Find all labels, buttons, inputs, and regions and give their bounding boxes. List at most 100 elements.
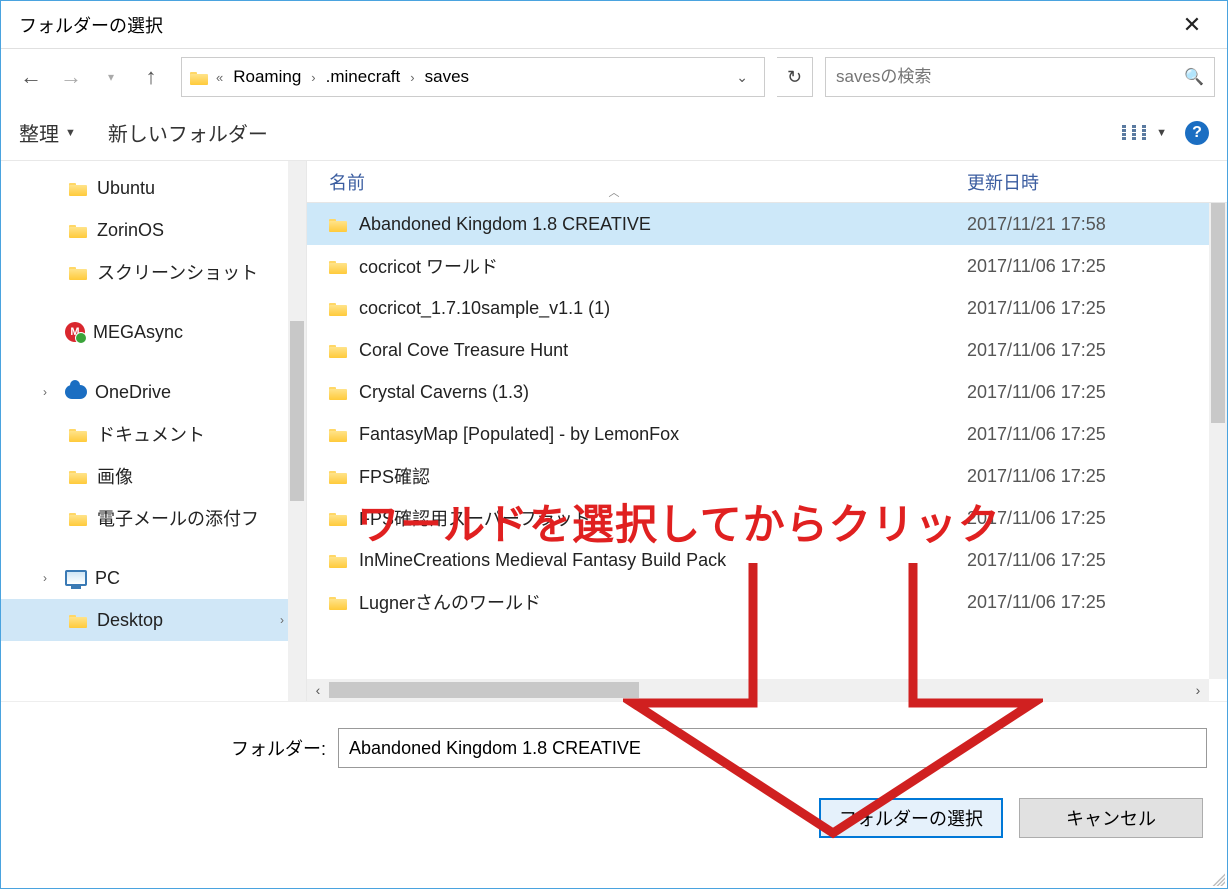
file-date: 2017/11/06 17:25: [967, 508, 1227, 529]
folder-icon: [329, 595, 347, 610]
refresh-button[interactable]: ↻: [777, 57, 813, 97]
new-folder-button[interactable]: 新しいフォルダー: [108, 118, 268, 147]
resize-grip[interactable]: [1209, 870, 1225, 886]
sidebar-item[interactable]: 電子メールの添付フ: [1, 497, 306, 539]
file-date: 2017/11/21 17:58: [967, 214, 1227, 235]
folder-icon: [329, 511, 347, 526]
search-input[interactable]: [836, 67, 1184, 87]
file-row[interactable]: cocricot ワールド2017/11/06 17:25: [307, 245, 1227, 287]
sidebar-item-label: ZorinOS: [97, 220, 164, 241]
folder-icon: [69, 469, 87, 484]
sidebar-scroll-thumb[interactable]: [290, 321, 304, 501]
file-date: 2017/11/06 17:25: [967, 424, 1227, 445]
folder-icon: [329, 259, 347, 274]
folder-icon: [190, 70, 208, 85]
sidebar-item[interactable]: M MEGAsync: [1, 311, 306, 353]
folder-icon: [69, 223, 87, 238]
file-row[interactable]: cocricot_1.7.10sample_v1.1 (1) 2017/11/06…: [307, 287, 1227, 329]
splitter-icon: ︿: [609, 184, 620, 200]
onedrive-icon: [65, 385, 87, 399]
organize-label: 整理: [19, 118, 59, 147]
folder-name-label: フォルダー:: [231, 735, 326, 761]
navigation-bar: ← → ▾ ↑ « Roaming › .minecraft › saves ⌄…: [1, 49, 1227, 105]
file-date: 2017/11/06 17:25: [967, 256, 1227, 277]
file-row[interactable]: FantasyMap [Populated] - by LemonFox 2017…: [307, 413, 1227, 455]
expand-icon[interactable]: ›: [280, 613, 284, 627]
breadcrumb-prefix: «: [210, 70, 229, 85]
forward-button[interactable]: →: [53, 59, 89, 95]
tree: Ubuntu ZorinOS スクリーンショット M MEGAsync ›OneDrive…: [1, 161, 306, 641]
toolbar: 整理▼ 新しいフォルダー ▼ ?: [1, 105, 1227, 161]
file-row[interactable]: Coral Cove Treasure Hunt2017/11/06 17:25: [307, 329, 1227, 371]
expand-icon[interactable]: ›: [43, 571, 57, 585]
file-name: Lugnerさんのワールド: [359, 589, 541, 615]
file-date: 2017/11/06 17:25: [967, 382, 1227, 403]
annotation-text: ワールドを選択してからクリック: [357, 491, 1001, 552]
vertical-scrollbar[interactable]: [1209, 203, 1227, 679]
sidebar-item[interactable]: Desktop ›: [1, 599, 306, 641]
view-mode-button[interactable]: ▼: [1122, 125, 1167, 140]
breadcrumb-2[interactable]: saves: [421, 67, 473, 87]
folder-icon: [329, 385, 347, 400]
file-name: Abandoned Kingdom 1.8 CREATIVE: [359, 214, 651, 235]
up-button[interactable]: ↑: [133, 59, 169, 95]
vertical-scroll-thumb[interactable]: [1211, 203, 1225, 423]
column-date[interactable]: 更新日時: [967, 169, 1227, 195]
scroll-right-button[interactable]: ›: [1187, 682, 1209, 698]
new-folder-label: 新しいフォルダー: [108, 118, 268, 147]
recent-dropdown[interactable]: ▾: [93, 59, 129, 95]
folder-icon: [69, 613, 87, 628]
address-dropdown[interactable]: ⌄: [728, 65, 756, 90]
sidebar-item[interactable]: 画像: [1, 455, 306, 497]
breadcrumb-1[interactable]: .minecraft: [322, 67, 405, 87]
back-button[interactable]: ←: [13, 59, 49, 95]
select-folder-button[interactable]: フォルダーの選択: [819, 798, 1003, 838]
pc-icon: [65, 570, 87, 586]
search-icon[interactable]: 🔍: [1184, 67, 1204, 87]
sidebar-item-label: PC: [95, 568, 120, 589]
body: Ubuntu ZorinOS スクリーンショット M MEGAsync ›OneDrive…: [1, 161, 1227, 701]
folder-icon: [69, 181, 87, 196]
file-row[interactable]: Crystal Caverns (1.3)2017/11/06 17:25: [307, 371, 1227, 413]
file-name: Coral Cove Treasure Hunt: [359, 340, 568, 361]
sidebar-item-label: Desktop: [97, 610, 163, 631]
sidebar-item[interactable]: ドキュメント: [1, 413, 306, 455]
horizontal-scroll-thumb[interactable]: [329, 682, 639, 698]
footer: フォルダー: フォルダーの選択 キャンセル: [1, 701, 1227, 856]
file-date: 2017/11/06 17:25: [967, 298, 1227, 319]
file-date: 2017/11/06 17:25: [967, 592, 1227, 613]
file-row[interactable]: Lugnerさんのワールド 2017/11/06 17:25: [307, 581, 1227, 623]
view-icon: [1122, 125, 1146, 140]
expand-icon[interactable]: ›: [43, 385, 57, 399]
close-button[interactable]: ✕: [1169, 12, 1215, 38]
column-name[interactable]: 名前: [307, 169, 967, 195]
scroll-left-button[interactable]: ‹: [307, 682, 329, 698]
file-row[interactable]: Abandoned Kingdom 1.8 CREATIVE 2017/11/21…: [307, 203, 1227, 245]
search-box[interactable]: 🔍: [825, 57, 1215, 97]
folder-icon: [329, 427, 347, 442]
sidebar: Ubuntu ZorinOS スクリーンショット M MEGAsync ›OneDrive…: [1, 161, 307, 701]
sidebar-item-label: 画像: [97, 463, 133, 489]
sidebar-item-label: MEGAsync: [93, 322, 183, 343]
breadcrumb-0[interactable]: Roaming: [229, 67, 305, 87]
folder-icon: [69, 427, 87, 442]
folder-icon: [329, 217, 347, 232]
horizontal-scrollbar[interactable]: ‹ ›: [307, 679, 1209, 701]
file-date: 2017/11/06 17:25: [967, 550, 1227, 571]
help-button[interactable]: ?: [1185, 121, 1209, 145]
address-bar[interactable]: « Roaming › .minecraft › saves ⌄: [181, 57, 765, 97]
sidebar-item[interactable]: ›OneDrive: [1, 371, 306, 413]
mega-icon: M: [65, 322, 85, 342]
organize-button[interactable]: 整理▼: [19, 118, 76, 147]
chevron-right-icon[interactable]: ›: [404, 70, 420, 85]
sidebar-item[interactable]: › PC: [1, 557, 306, 599]
sidebar-scrollbar[interactable]: [288, 161, 306, 701]
sidebar-item[interactable]: スクリーンショット: [1, 251, 306, 293]
folder-name-input[interactable]: [338, 728, 1207, 768]
cancel-button[interactable]: キャンセル: [1019, 798, 1203, 838]
file-name: FantasyMap [Populated] - by LemonFox: [359, 424, 679, 445]
file-name: cocricot_1.7.10sample_v1.1 (1): [359, 298, 610, 319]
sidebar-item[interactable]: Ubuntu: [1, 167, 306, 209]
chevron-right-icon[interactable]: ›: [305, 70, 321, 85]
sidebar-item[interactable]: ZorinOS: [1, 209, 306, 251]
